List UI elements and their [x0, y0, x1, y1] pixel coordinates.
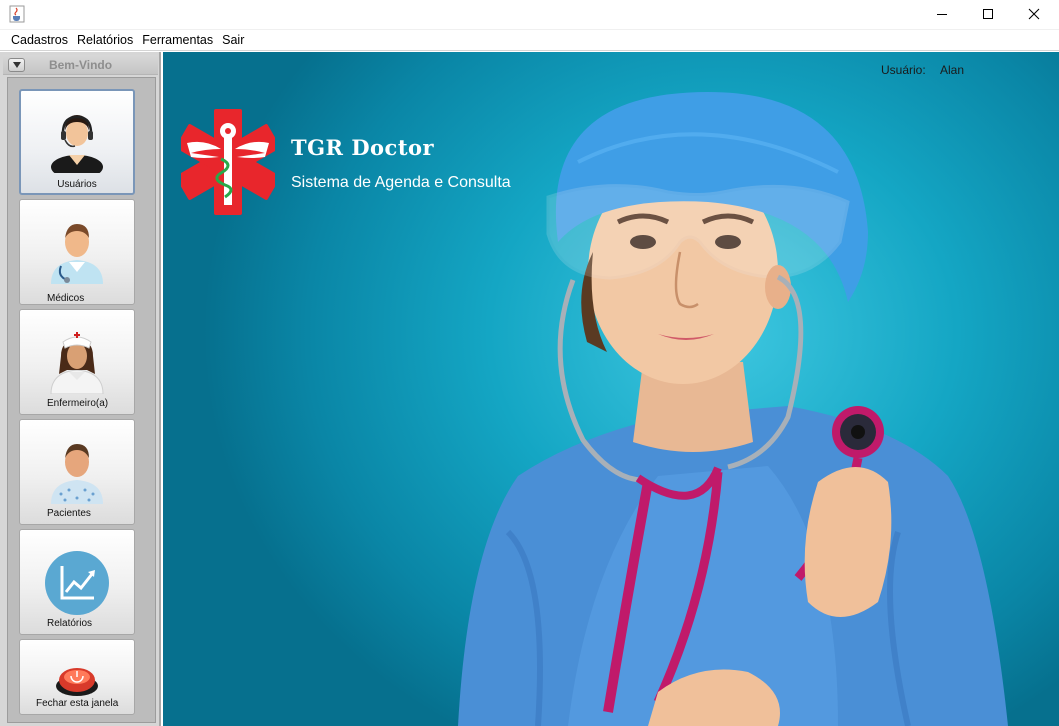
user-headset-icon: [51, 115, 103, 173]
minimize-button[interactable]: [919, 0, 965, 28]
close-icon: [1028, 8, 1040, 20]
sidebar-title: Bem-Vindo: [48, 58, 113, 72]
medicos-label: Médicos: [47, 293, 85, 304]
fechar-janela-button[interactable]: Fechar esta janela: [19, 639, 135, 715]
menu-bar: Cadastros Relatórios Ferramentas Sair: [0, 30, 1059, 51]
relatorios-label: Relatórios: [47, 618, 93, 629]
pacientes-button[interactable]: Pacientes: [19, 419, 135, 525]
enfermeiro-button[interactable]: Enfermeiro(a): [19, 309, 135, 415]
medicos-button[interactable]: Médicos: [19, 199, 135, 305]
enfermeiro-label: Enfermeiro(a): [47, 398, 109, 409]
maximize-icon: [983, 9, 993, 19]
doctor-photo: [458, 92, 1008, 726]
menu-cadastros[interactable]: Cadastros: [7, 30, 72, 50]
doctor-icon: [51, 224, 103, 284]
menu-relatorios[interactable]: Relatórios: [73, 30, 137, 50]
java-cup-icon: [9, 5, 25, 23]
chart-growth-icon: [45, 551, 109, 615]
power-button-icon: [56, 668, 98, 696]
menu-ferramentas[interactable]: Ferramentas: [138, 30, 217, 50]
fechar-janela-label: Fechar esta janela: [36, 698, 119, 709]
pacientes-label: Pacientes: [47, 508, 91, 519]
tgr-doctor-logo: [181, 109, 275, 215]
brand-title: TGR Doctor: [291, 135, 435, 160]
maximize-button[interactable]: [965, 0, 1011, 28]
chevron-down-icon: [13, 62, 21, 68]
usuarios-label: Usuários: [57, 179, 97, 190]
minimize-icon: [937, 14, 947, 15]
usuarios-button[interactable]: Usuários: [19, 89, 135, 195]
patient-icon: [51, 444, 103, 504]
main-content: Usuário: Alan TGR Doctor Sistema de Agen…: [163, 52, 1059, 726]
menu-sair[interactable]: Sair: [218, 30, 248, 50]
close-button[interactable]: [1011, 0, 1057, 28]
sidebar-header: Bem-Vindo: [3, 55, 158, 75]
title-bar: [0, 0, 1059, 30]
collapse-button[interactable]: [8, 58, 25, 72]
relatorios-button[interactable]: Relatórios: [19, 529, 135, 635]
nurse-icon: [50, 332, 104, 394]
